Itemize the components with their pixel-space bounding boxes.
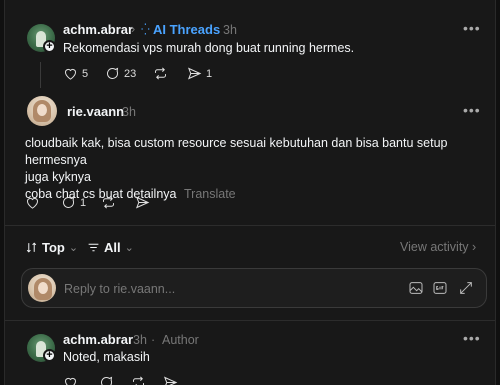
like-button[interactable]: 5 xyxy=(63,66,88,81)
image-icon[interactable] xyxy=(408,280,424,301)
share-button[interactable]: 1 xyxy=(187,66,212,81)
community-link[interactable]: AI Threads xyxy=(153,22,220,37)
avatar-rie-vaann xyxy=(28,274,56,302)
chevron-down-icon: ⌄ xyxy=(68,242,79,254)
section-divider xyxy=(5,320,495,321)
like-button[interactable] xyxy=(25,195,40,210)
chevron-right-icon: › xyxy=(472,240,477,254)
comment-count: 23 xyxy=(124,67,137,80)
share-count: 1 xyxy=(206,67,213,80)
heart-icon xyxy=(64,68,77,80)
reply-input[interactable] xyxy=(64,279,394,299)
gif-icon[interactable] xyxy=(432,280,448,301)
send-icon xyxy=(187,67,202,80)
chevron-down-icon: ⌄ xyxy=(124,242,134,254)
repost-button[interactable] xyxy=(153,66,168,81)
filter-icon xyxy=(88,243,99,252)
heart-icon xyxy=(64,377,77,385)
section-divider xyxy=(5,225,495,226)
reply2-username[interactable]: achm.abrar xyxy=(63,332,133,347)
expand-icon[interactable] xyxy=(458,280,474,301)
comment-button[interactable] xyxy=(99,375,114,385)
more-options-icon[interactable]: ••• xyxy=(463,330,481,346)
thread-line xyxy=(40,62,41,88)
scope-label: All xyxy=(104,240,121,255)
repost-icon xyxy=(155,67,166,80)
sort-icon xyxy=(26,242,37,253)
repost-button[interactable] xyxy=(101,195,116,210)
thread-panel: + achm.abrar › ⁛ AI Threads 3h ••• Rekom… xyxy=(4,0,496,385)
reply2-time: 3h xyxy=(133,333,147,347)
chevron-right-icon: › xyxy=(131,22,136,36)
heart-icon xyxy=(26,197,39,209)
comment-icon xyxy=(101,376,113,385)
more-options-icon[interactable]: ••• xyxy=(463,102,481,118)
reply1-text-line2: juga kyknya xyxy=(25,170,92,184)
ai-threads-icon: ⁛ xyxy=(141,24,150,36)
reply1-comment-count: 1 xyxy=(80,196,87,209)
translate-link[interactable]: Translate xyxy=(184,187,236,201)
view-activity-link[interactable]: View activity › xyxy=(400,240,476,254)
avatar-rie-vaann[interactable] xyxy=(27,96,57,126)
reply1-time: 3h xyxy=(122,105,136,119)
reply1-username[interactable]: rie.vaann xyxy=(67,104,124,119)
post-username[interactable]: achm.abrar xyxy=(63,22,133,37)
scope-dropdown[interactable]: All ⌄ xyxy=(87,240,134,255)
author-tag: Author xyxy=(162,333,199,347)
send-icon xyxy=(135,196,150,209)
sort-label: Top xyxy=(42,240,65,255)
post-time: 3h xyxy=(223,23,237,37)
more-options-icon[interactable]: ••• xyxy=(463,20,481,36)
share-button[interactable] xyxy=(135,195,150,210)
like-count: 5 xyxy=(82,67,89,80)
reply1-text: cloudbaik kak, bisa custom resource sesu… xyxy=(25,135,491,203)
follow-plus-icon[interactable]: + xyxy=(43,40,56,53)
comment-icon xyxy=(107,67,119,79)
repost-icon xyxy=(103,196,114,209)
share-button[interactable] xyxy=(163,375,178,385)
reply1-text-line1: cloudbaik kak, bisa custom resource sesu… xyxy=(25,136,448,167)
post-text: Rekomendasi vps murah dong buat running … xyxy=(63,41,355,55)
comment-icon xyxy=(63,196,75,208)
comment-button[interactable]: 23 xyxy=(105,66,136,81)
separator-dot: · xyxy=(151,333,156,347)
reply2-text: Noted, makasih xyxy=(63,350,150,364)
repost-button[interactable] xyxy=(131,375,146,385)
reply1-text-line3: coba chat cs buat detailnya Translate xyxy=(25,187,236,201)
comment-button[interactable]: 1 xyxy=(61,195,86,210)
send-icon xyxy=(163,376,178,385)
sort-dropdown[interactable]: Top ⌄ xyxy=(25,240,78,255)
reply-composer[interactable] xyxy=(21,268,487,308)
repost-icon xyxy=(133,376,144,385)
follow-plus-icon[interactable]: + xyxy=(43,349,56,362)
like-button[interactable] xyxy=(63,375,78,385)
